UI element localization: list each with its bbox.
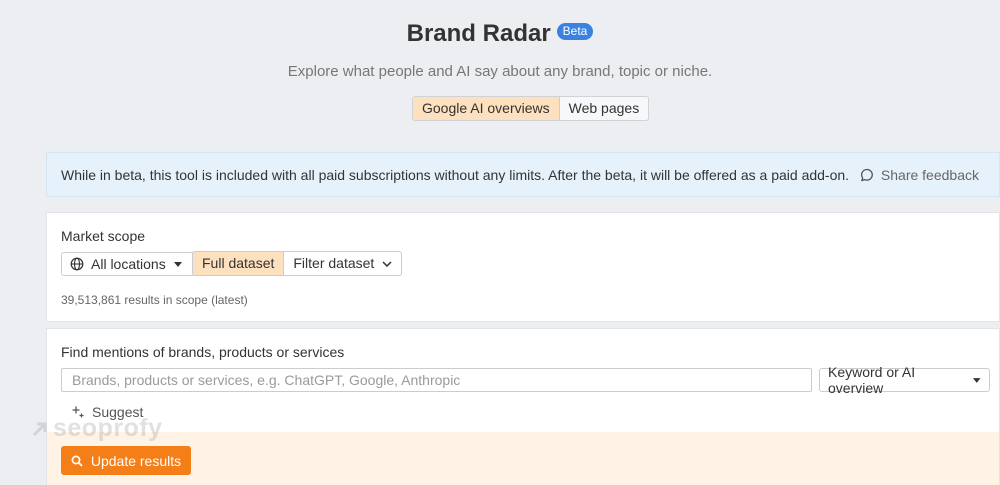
page-title: Brand Radar [406,20,551,47]
arrow-icon [32,422,47,436]
mode-toggle: Google AI overviews Web pages [412,96,650,121]
location-dropdown[interactable]: All locations [61,252,198,276]
action-bar: Update results [47,432,999,485]
mode-google-ai-overviews[interactable]: Google AI overviews [413,97,560,120]
page-subtitle: Explore what people and AI say about any… [287,63,713,80]
page-header: Brand Radar Beta Explore what people and… [0,0,1000,140]
watermark: seoprofy [30,414,163,443]
chat-bubble-icon [860,168,873,181]
share-feedback-link[interactable]: Share feedback [860,167,979,183]
results-in-scope: 39,513,861 results in scope (latest) [61,293,248,307]
update-results-button[interactable]: Update results [61,446,191,475]
mode-web-pages[interactable]: Web pages [560,97,649,120]
banner-text: While in beta, this tool is included wit… [61,166,850,183]
search-icon [71,455,83,467]
full-dataset-button[interactable]: Full dataset [193,252,285,275]
beta-badge: Beta [556,23,594,40]
location-label: All locations [91,256,166,272]
find-mentions-label: Find mentions of brands, products or ser… [61,344,345,360]
filter-dataset-dropdown[interactable]: Filter dataset [284,252,401,275]
keyword-mode-dropdown[interactable]: Keyword or AI overview [819,364,990,396]
keyword-mode-label: Keyword or AI overview [828,364,916,396]
brand-search-input[interactable] [61,368,812,392]
chevron-down-icon [382,260,392,267]
title-row: Brand Radar Beta [0,18,1000,50]
share-feedback-label: Share feedback [880,166,979,183]
caret-down-icon [973,377,981,383]
globe-icon [70,257,84,271]
watermark-text: seoprofy [53,414,163,442]
dataset-toggle: Full dataset Filter dataset [192,251,403,276]
beta-banner: While in beta, this tool is included wit… [46,152,1000,197]
caret-down-icon [173,261,182,267]
find-mentions-card: Find mentions of brands, products or ser… [46,328,1000,485]
market-scope-card: Market scope All locations Full dataset … [46,212,1000,322]
filter-dataset-label: Filter dataset [293,255,375,271]
full-dataset-label: Full dataset [202,255,275,271]
update-results-label: Update results [90,452,182,469]
market-scope-label: Market scope [61,228,146,244]
